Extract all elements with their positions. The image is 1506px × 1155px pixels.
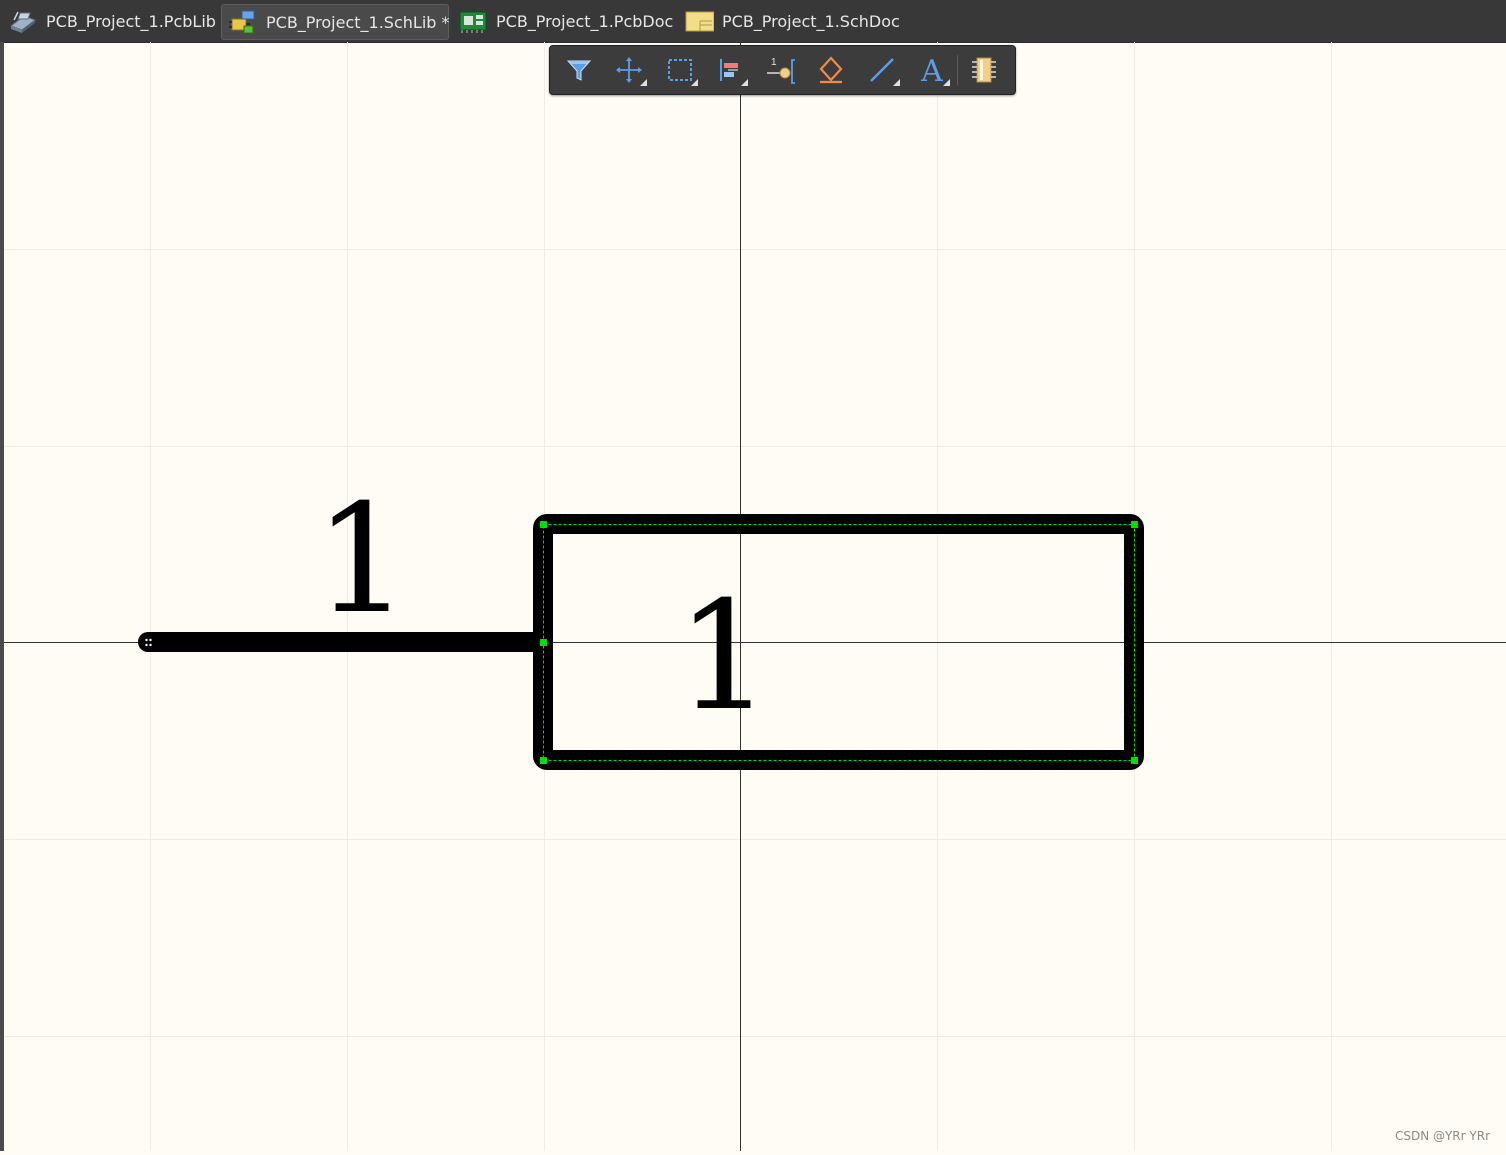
canvas-border: [0, 42, 4, 1151]
tab-pcbdoc[interactable]: PCB_Project_1.PcbDoc: [458, 4, 673, 38]
tab-schdoc[interactable]: PCB_Project_1.SchDoc: [684, 4, 900, 38]
handle-bottom-right: [1131, 757, 1138, 764]
dropdown-corner-icon: [640, 79, 647, 86]
ieee-symbol-icon: [819, 56, 843, 84]
tab-label: PCB_Project_1.PcbLib: [46, 11, 216, 31]
dropdown-corner-icon: [691, 79, 698, 86]
schematic-sheet[interactable]: 1 1: [0, 42, 1506, 1151]
schematic-canvas[interactable]: 1 1: [0, 42, 1506, 1151]
toolbar-separator: [957, 55, 958, 85]
pcbdoc-file-icon: [458, 8, 488, 34]
tab-label: PCB_Project_1.SchLib *: [266, 12, 450, 32]
handle-top-right: [1131, 521, 1138, 528]
align-icon: [720, 59, 738, 81]
tab-label: PCB_Project_1.SchDoc: [722, 11, 900, 31]
schdoc-file-icon: [684, 8, 715, 34]
pin-name[interactable]: 1: [676, 570, 771, 744]
active-bar-toolbar: 1 A: [549, 45, 1016, 95]
move-icon: [616, 57, 642, 83]
dropdown-corner-icon: [943, 79, 950, 86]
select-button[interactable]: [660, 52, 700, 88]
place-pin-button[interactable]: 1: [761, 52, 801, 88]
place-text-button[interactable]: A: [912, 52, 952, 89]
filter-button[interactable]: [559, 52, 599, 88]
tab-schlib[interactable]: PCB_Project_1.SchLib *: [221, 4, 450, 40]
watermark: CSDN @YRr YRr: [1394, 1129, 1490, 1143]
place-line-icon: [870, 58, 894, 82]
move-button[interactable]: [609, 52, 649, 88]
schlib-file-icon: [228, 9, 258, 35]
component-icon: [972, 57, 996, 83]
handle-left-middle: [540, 639, 547, 646]
document-tab-bar: PCB_Project_1.PcbLib PCB_Project_1.SchLi…: [0, 0, 1506, 43]
component-button[interactable]: [964, 52, 1004, 88]
dropdown-corner-icon: [741, 79, 748, 86]
handle-top-left: [540, 521, 547, 528]
svg-text:1: 1: [771, 57, 777, 68]
dropdown-corner-icon: [893, 79, 900, 86]
select-rect-icon: [668, 59, 692, 81]
align-button[interactable]: [710, 52, 750, 88]
svg-text:A: A: [920, 54, 943, 89]
place-line-button[interactable]: [862, 52, 902, 88]
pin-designator[interactable]: 1: [314, 473, 409, 647]
ieee-symbol-button[interactable]: [811, 52, 851, 88]
pcblib-file-icon: [8, 8, 38, 34]
handle-bottom-left: [540, 757, 547, 764]
place-pin-icon: 1: [767, 57, 795, 84]
place-text-icon: A: [920, 54, 943, 89]
filter-icon: [566, 60, 592, 81]
tab-label: PCB_Project_1.PcbDoc: [496, 11, 674, 31]
tab-pcblib[interactable]: PCB_Project_1.PcbLib: [8, 4, 216, 38]
